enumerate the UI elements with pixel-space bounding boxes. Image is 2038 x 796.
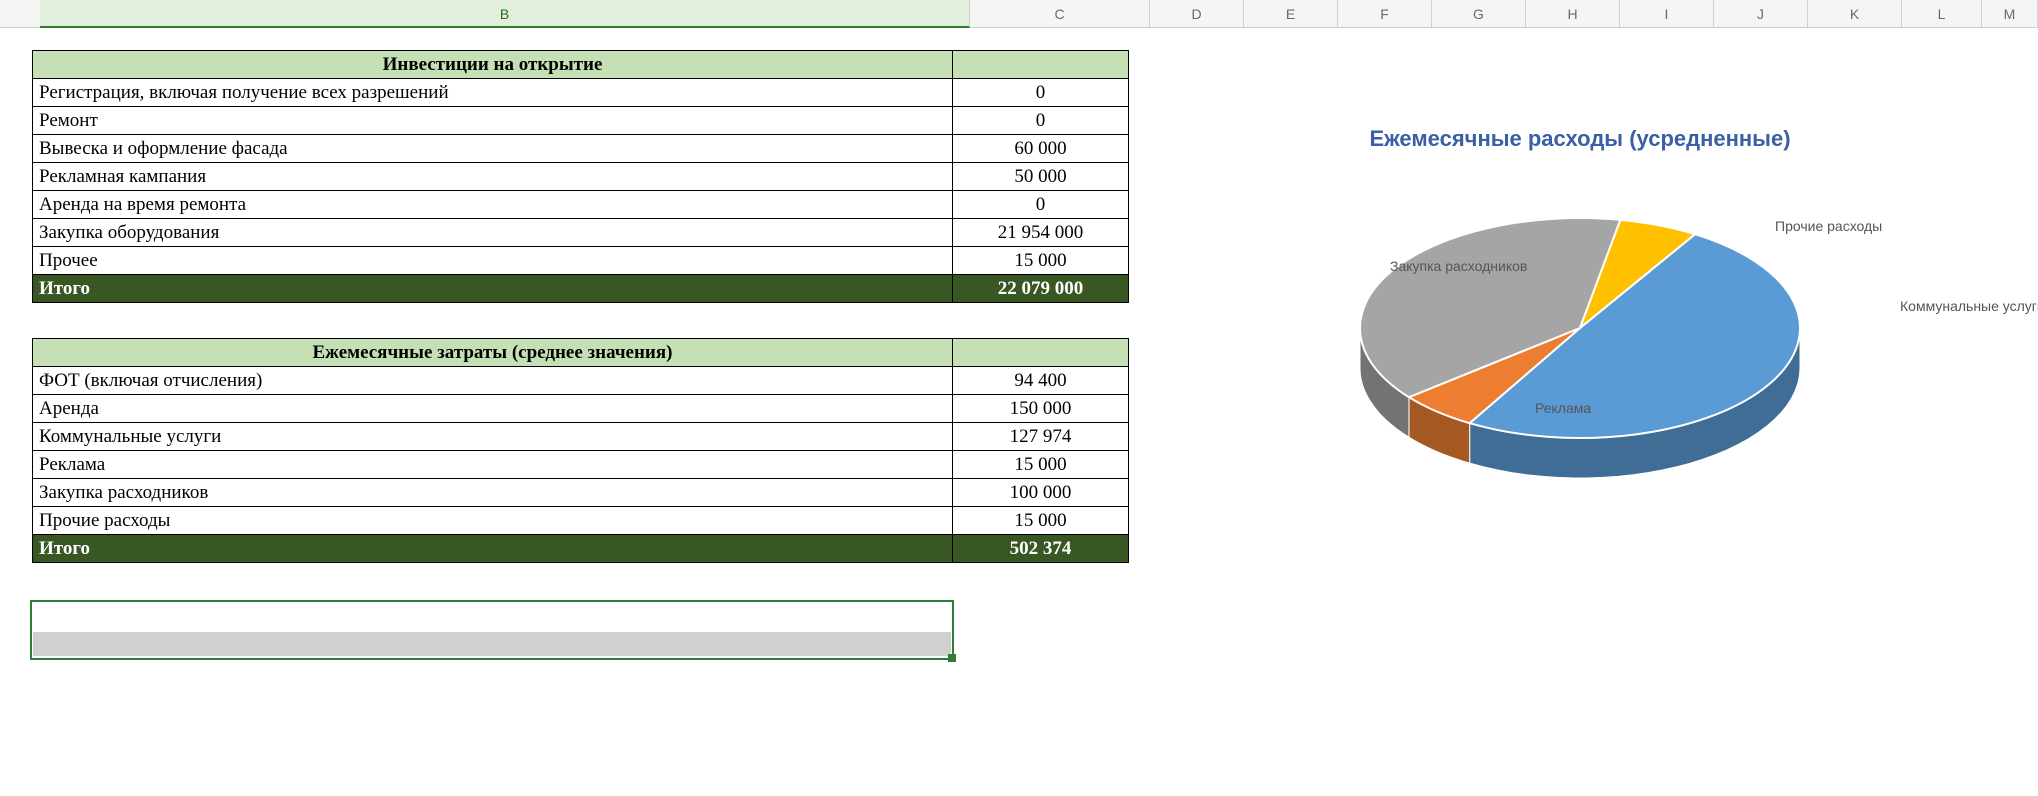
table-row-value[interactable]: 60 000 bbox=[953, 135, 1129, 163]
table-row-value[interactable]: 15 000 bbox=[953, 451, 1129, 479]
table-row-label[interactable]: Регистрация, включая получение всех разр… bbox=[33, 79, 953, 107]
table-row-label[interactable]: Ремонт bbox=[33, 107, 953, 135]
column-header-J[interactable]: J bbox=[1714, 0, 1808, 28]
column-header-D[interactable]: D bbox=[1150, 0, 1244, 28]
table-row-label[interactable]: Реклама bbox=[33, 451, 953, 479]
table-row-value[interactable]: 21 954 000 bbox=[953, 219, 1129, 247]
table-row-label[interactable]: Аренда на время ремонта bbox=[33, 191, 953, 219]
table-row-value[interactable]: 127 974 bbox=[953, 423, 1129, 451]
column-header-H[interactable]: H bbox=[1526, 0, 1620, 28]
table-row-label[interactable]: Рекламная кампания bbox=[33, 163, 953, 191]
table-row-label[interactable]: Закупка расходников bbox=[33, 479, 953, 507]
column-header-I[interactable]: I bbox=[1620, 0, 1714, 28]
pie-chart[interactable]: Ежемесячные расходы (усредненные) Прочие… bbox=[1230, 88, 1930, 508]
column-header-E[interactable]: E bbox=[1244, 0, 1338, 28]
table2-header[interactable]: Ежемесячные затраты (среднее значения) bbox=[33, 339, 953, 367]
selection-fill bbox=[33, 632, 951, 656]
table-row-label[interactable]: Прочее bbox=[33, 247, 953, 275]
selection-handle[interactable] bbox=[948, 654, 956, 662]
chart-title: Ежемесячные расходы (усредненные) bbox=[1230, 126, 1930, 152]
table-row-label[interactable]: Коммунальные услуги bbox=[33, 423, 953, 451]
column-header-G[interactable]: G bbox=[1432, 0, 1526, 28]
cell-selection bbox=[30, 600, 954, 660]
table-row-label[interactable]: Прочие расходы bbox=[33, 507, 953, 535]
sheet-area[interactable]: Инвестиции на открытие Регистрация, вклю… bbox=[0, 28, 2038, 796]
table-row-value[interactable]: 0 bbox=[953, 107, 1129, 135]
table1-total-label[interactable]: Итого bbox=[33, 275, 953, 303]
table1-header[interactable]: Инвестиции на открытие bbox=[33, 51, 953, 79]
table1-header-blank[interactable] bbox=[953, 51, 1129, 79]
table-row-value[interactable]: 100 000 bbox=[953, 479, 1129, 507]
table-row-value[interactable]: 15 000 bbox=[953, 247, 1129, 275]
table2-total-value[interactable]: 502 374 bbox=[953, 535, 1129, 563]
column-header-M[interactable]: M bbox=[1982, 0, 2038, 28]
chart-label: Прочие расходы bbox=[1775, 218, 1882, 234]
chart-label: Реклама bbox=[1535, 400, 1591, 416]
table-row-value[interactable]: 0 bbox=[953, 191, 1129, 219]
monthly-costs-table[interactable]: Ежемесячные затраты (среднее значения) Ф… bbox=[32, 338, 1129, 563]
table-row-label[interactable]: ФОТ (включая отчисления) bbox=[33, 367, 953, 395]
table-row-value[interactable]: 94 400 bbox=[953, 367, 1129, 395]
table-row-label[interactable]: Вывеска и оформление фасада bbox=[33, 135, 953, 163]
column-header-K[interactable]: K bbox=[1808, 0, 1902, 28]
table2-total-label[interactable]: Итого bbox=[33, 535, 953, 563]
column-header-B[interactable]: B bbox=[40, 0, 970, 28]
table-row-label[interactable]: Аренда bbox=[33, 395, 953, 423]
table2-header-blank[interactable] bbox=[953, 339, 1129, 367]
table-row-value[interactable]: 15 000 bbox=[953, 507, 1129, 535]
chart-label: Коммунальные услуги bbox=[1900, 298, 2038, 314]
table-row-value[interactable]: 0 bbox=[953, 79, 1129, 107]
chart-label: Закупка расходников bbox=[1390, 258, 1527, 274]
investments-table[interactable]: Инвестиции на открытие Регистрация, вклю… bbox=[32, 50, 1129, 303]
table-row-value[interactable]: 150 000 bbox=[953, 395, 1129, 423]
column-header-L[interactable]: L bbox=[1902, 0, 1982, 28]
table-row-value[interactable]: 50 000 bbox=[953, 163, 1129, 191]
table1-total-value[interactable]: 22 079 000 bbox=[953, 275, 1129, 303]
table-row-label[interactable]: Закупка оборудования bbox=[33, 219, 953, 247]
column-header-C[interactable]: C bbox=[970, 0, 1150, 28]
column-header-F[interactable]: F bbox=[1338, 0, 1432, 28]
column-headers: B C D E F G H I J K L M bbox=[0, 0, 2038, 28]
